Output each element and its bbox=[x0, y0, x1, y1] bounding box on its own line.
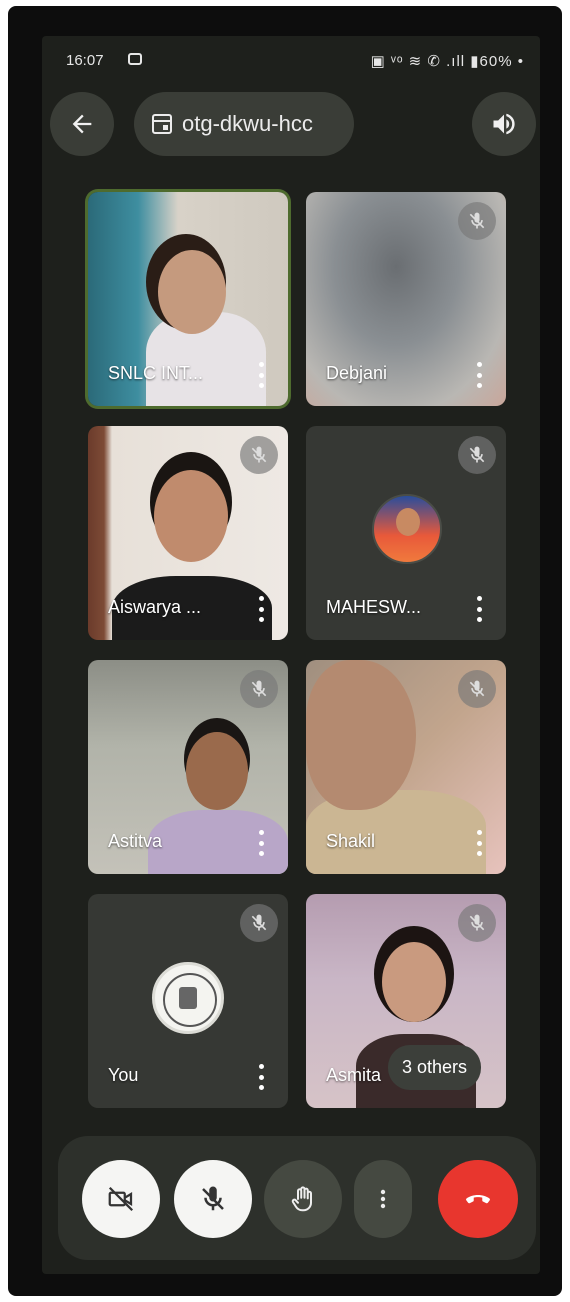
raise-hand-button[interactable] bbox=[264, 1160, 342, 1238]
status-icons: ▣ ᵛᵒ ≋ ✆ .ıll ▮60% • bbox=[370, 53, 524, 70]
participant-name: Shakil bbox=[326, 831, 376, 851]
mic-off-icon bbox=[240, 436, 278, 474]
video-feed-face bbox=[154, 470, 228, 562]
participant-tile[interactable]: Debjani bbox=[306, 192, 506, 406]
participant-tile[interactable]: Asmita 3 others bbox=[306, 894, 506, 1108]
more-options-icon[interactable] bbox=[258, 1064, 264, 1090]
meet-screen: 16:07 ▣ ᵛᵒ ≋ ✆ .ıll ▮60% • otg-dkwu-hcc … bbox=[42, 36, 540, 1274]
video-feed-face bbox=[186, 732, 248, 810]
more-options-icon[interactable] bbox=[476, 596, 482, 622]
arrow-left-icon bbox=[72, 114, 92, 134]
camera-off-icon bbox=[108, 1186, 134, 1212]
participant-name: Debjani bbox=[326, 363, 388, 383]
participant-tile[interactable]: Astitva bbox=[88, 660, 288, 874]
participant-name: SNLC INT... bbox=[108, 363, 204, 383]
mic-off-icon bbox=[240, 670, 278, 708]
mic-off-icon bbox=[458, 202, 496, 240]
more-options-button[interactable] bbox=[354, 1160, 412, 1238]
more-options-icon[interactable] bbox=[258, 596, 264, 622]
video-feed-face bbox=[382, 942, 446, 1022]
end-call-button[interactable] bbox=[438, 1160, 518, 1238]
participant-name: Asmita bbox=[326, 1065, 382, 1085]
calendar-icon bbox=[152, 114, 172, 134]
mic-off-icon bbox=[202, 1186, 224, 1211]
video-feed-face bbox=[158, 250, 226, 334]
more-options-icon[interactable] bbox=[476, 362, 482, 388]
participant-name: You bbox=[108, 1065, 139, 1085]
institution-logo bbox=[152, 962, 224, 1034]
more-options-icon[interactable] bbox=[258, 362, 264, 388]
more-options-icon[interactable] bbox=[258, 830, 264, 856]
video-feed bbox=[148, 810, 288, 874]
camera-toggle-button[interactable] bbox=[82, 1160, 160, 1238]
participant-tile[interactable]: MAHESW... bbox=[306, 426, 506, 640]
status-bar: 16:07 ▣ ᵛᵒ ≋ ✆ .ıll ▮60% • bbox=[66, 50, 524, 72]
participant-tile-self[interactable]: You bbox=[88, 894, 288, 1108]
participant-tile[interactable]: Aiswarya ... bbox=[88, 426, 288, 640]
meeting-code: otg-dkwu-hcc bbox=[182, 111, 313, 136]
participant-name: Aiswarya ... bbox=[108, 597, 202, 617]
avatar bbox=[372, 494, 442, 564]
mic-off-icon bbox=[240, 904, 278, 942]
participant-name: MAHESW... bbox=[326, 597, 422, 617]
participant-tile[interactable]: Shakil bbox=[306, 660, 506, 874]
mic-off-icon bbox=[458, 670, 496, 708]
participant-name: Astitva bbox=[108, 831, 163, 851]
end-call-icon bbox=[466, 1195, 490, 1204]
status-time: 16:07 bbox=[66, 52, 104, 69]
more-vert-icon bbox=[380, 1189, 386, 1209]
mic-off-icon bbox=[458, 904, 496, 942]
screen-record-icon bbox=[128, 53, 142, 65]
audio-output-button[interactable] bbox=[472, 92, 536, 156]
raise-hand-icon bbox=[291, 1186, 312, 1212]
meeting-info-button[interactable]: otg-dkwu-hcc bbox=[134, 92, 354, 156]
others-chip[interactable]: 3 others bbox=[388, 1045, 482, 1090]
mic-toggle-button[interactable] bbox=[174, 1160, 252, 1238]
mic-off-icon bbox=[458, 436, 496, 474]
back-button[interactable] bbox=[50, 92, 114, 156]
video-feed-face bbox=[306, 660, 416, 810]
more-options-icon[interactable] bbox=[476, 830, 482, 856]
call-controls bbox=[58, 1136, 536, 1260]
phone-frame: 16:07 ▣ ᵛᵒ ≋ ✆ .ıll ▮60% • otg-dkwu-hcc … bbox=[8, 6, 562, 1296]
speaker-icon bbox=[493, 113, 515, 135]
participant-tile[interactable]: SNLC INT... bbox=[88, 192, 288, 406]
